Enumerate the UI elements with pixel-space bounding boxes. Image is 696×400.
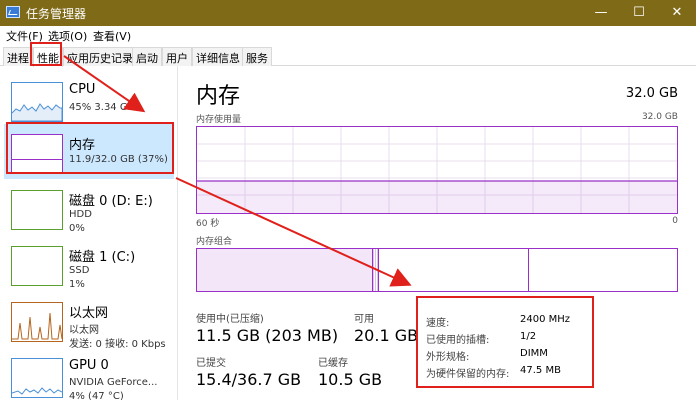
time-axis-left: 60 秒	[196, 219, 220, 229]
tab-users[interactable]: 用户	[162, 47, 192, 66]
sidebar-disk0-usage: 0%	[69, 223, 85, 234]
menu-view[interactable]: 查看(V)	[93, 28, 131, 44]
committed-value: 15.4/36.7 GB	[196, 370, 302, 389]
maximize-button[interactable]: ☐	[624, 2, 654, 24]
sidebar-disk1-type: SSD	[69, 265, 90, 276]
sidebar-disk0-type: HDD	[69, 209, 92, 220]
in-use-label: 使用中(已压缩)	[196, 314, 264, 325]
menu-bar: 文件(F) 选项(O) 查看(V)	[0, 26, 696, 44]
memory-composition-graph	[196, 248, 678, 292]
sidebar-item-cpu[interactable]: CPU 45% 3.34 GHz	[4, 72, 174, 127]
window-title: 任务管理器	[26, 7, 87, 21]
memory-usage-graph	[196, 126, 678, 214]
close-button[interactable]: ✕	[662, 2, 692, 24]
gpu-sparkline	[11, 387, 63, 395]
tab-details[interactable]: 详细信息	[192, 47, 244, 66]
sidebar-gpu-name: GPU 0	[69, 358, 109, 373]
composition-modified	[373, 249, 379, 291]
cached-value: 10.5 GB	[318, 370, 383, 389]
time-axis-right: 0	[672, 216, 678, 226]
in-use-value: 11.5 GB (203 MB)	[196, 326, 339, 345]
cached-label: 已缓存	[318, 358, 348, 369]
task-manager-icon	[6, 6, 20, 18]
memory-composition-label: 内存组合	[196, 237, 233, 247]
sidebar-disk0-name: 磁盘 0 (D: E:)	[69, 194, 153, 209]
annotation-box-performance-tab	[30, 42, 62, 66]
tab-app-history[interactable]: 应用历史记录	[63, 47, 137, 66]
sidebar-item-disk0[interactable]: 磁盘 0 (D: E:) HDD 0%	[4, 180, 174, 235]
sidebar-disk1-usage: 1%	[69, 279, 85, 290]
tab-processes[interactable]: 进程	[3, 47, 33, 66]
sidebar-disk1-name: 磁盘 1 (C:)	[69, 250, 136, 265]
ethernet-thumbnail-graph	[11, 302, 63, 342]
available-value: 20.1 GB	[354, 326, 419, 345]
gpu-thumbnail-graph	[11, 358, 63, 398]
sidebar-item-ethernet[interactable]: 以太网 以太网 发送: 0 接收: 0 Kbps	[4, 292, 174, 350]
sidebar-ethernet-adapter: 以太网	[69, 325, 99, 336]
memory-usage-fill	[197, 181, 677, 213]
sidebar-scrollbar[interactable]	[176, 66, 182, 400]
composition-in-use	[197, 249, 373, 291]
memory-total: 32.0 GB	[625, 86, 678, 101]
memory-usage-label: 内存使用量	[196, 115, 242, 125]
disk1-thumbnail-graph	[11, 246, 63, 286]
composition-standby-divider	[528, 249, 529, 291]
annotation-box-details	[416, 296, 594, 388]
page-title: 内存	[196, 84, 241, 109]
sidebar-cpu-name: CPU	[69, 82, 96, 97]
minimize-button[interactable]: —	[586, 2, 616, 24]
sidebar-item-gpu0[interactable]: GPU 0 NVIDIA GeForce... 4% (47 °C)	[4, 348, 174, 400]
sidebar-gpu-model: NVIDIA GeForce...	[69, 377, 158, 388]
tab-startup[interactable]: 启动	[132, 47, 162, 66]
performance-sidebar: CPU 45% 3.34 GHz 内存 11.9/32.0 GB (37%) 磁…	[0, 66, 178, 400]
sidebar-ethernet-name: 以太网	[69, 306, 109, 321]
sidebar-cpu-usage: 45% 3.34 GHz	[69, 102, 141, 113]
available-label: 可用	[354, 314, 374, 325]
sidebar-item-disk1[interactable]: 磁盘 1 (C:) SSD 1%	[4, 236, 174, 291]
sidebar-gpu-usage: 4% (47 °C)	[69, 391, 124, 400]
cpu-sparkline	[11, 103, 63, 122]
title-bar: 任务管理器 — ☐ ✕	[0, 0, 696, 26]
memory-usage-max: 32.0 GB	[641, 112, 678, 122]
annotation-box-memory-item	[6, 122, 174, 174]
committed-label: 已提交	[196, 358, 226, 369]
memory-usage-chart	[197, 127, 677, 213]
cpu-thumbnail-graph	[11, 82, 63, 122]
ethernet-sparkline	[12, 312, 63, 340]
tab-bar: 进程 性能 应用历史记录 启动 用户 详细信息 服务	[0, 44, 696, 67]
tab-services[interactable]: 服务	[242, 47, 272, 66]
disk0-thumbnail-graph	[11, 190, 63, 230]
